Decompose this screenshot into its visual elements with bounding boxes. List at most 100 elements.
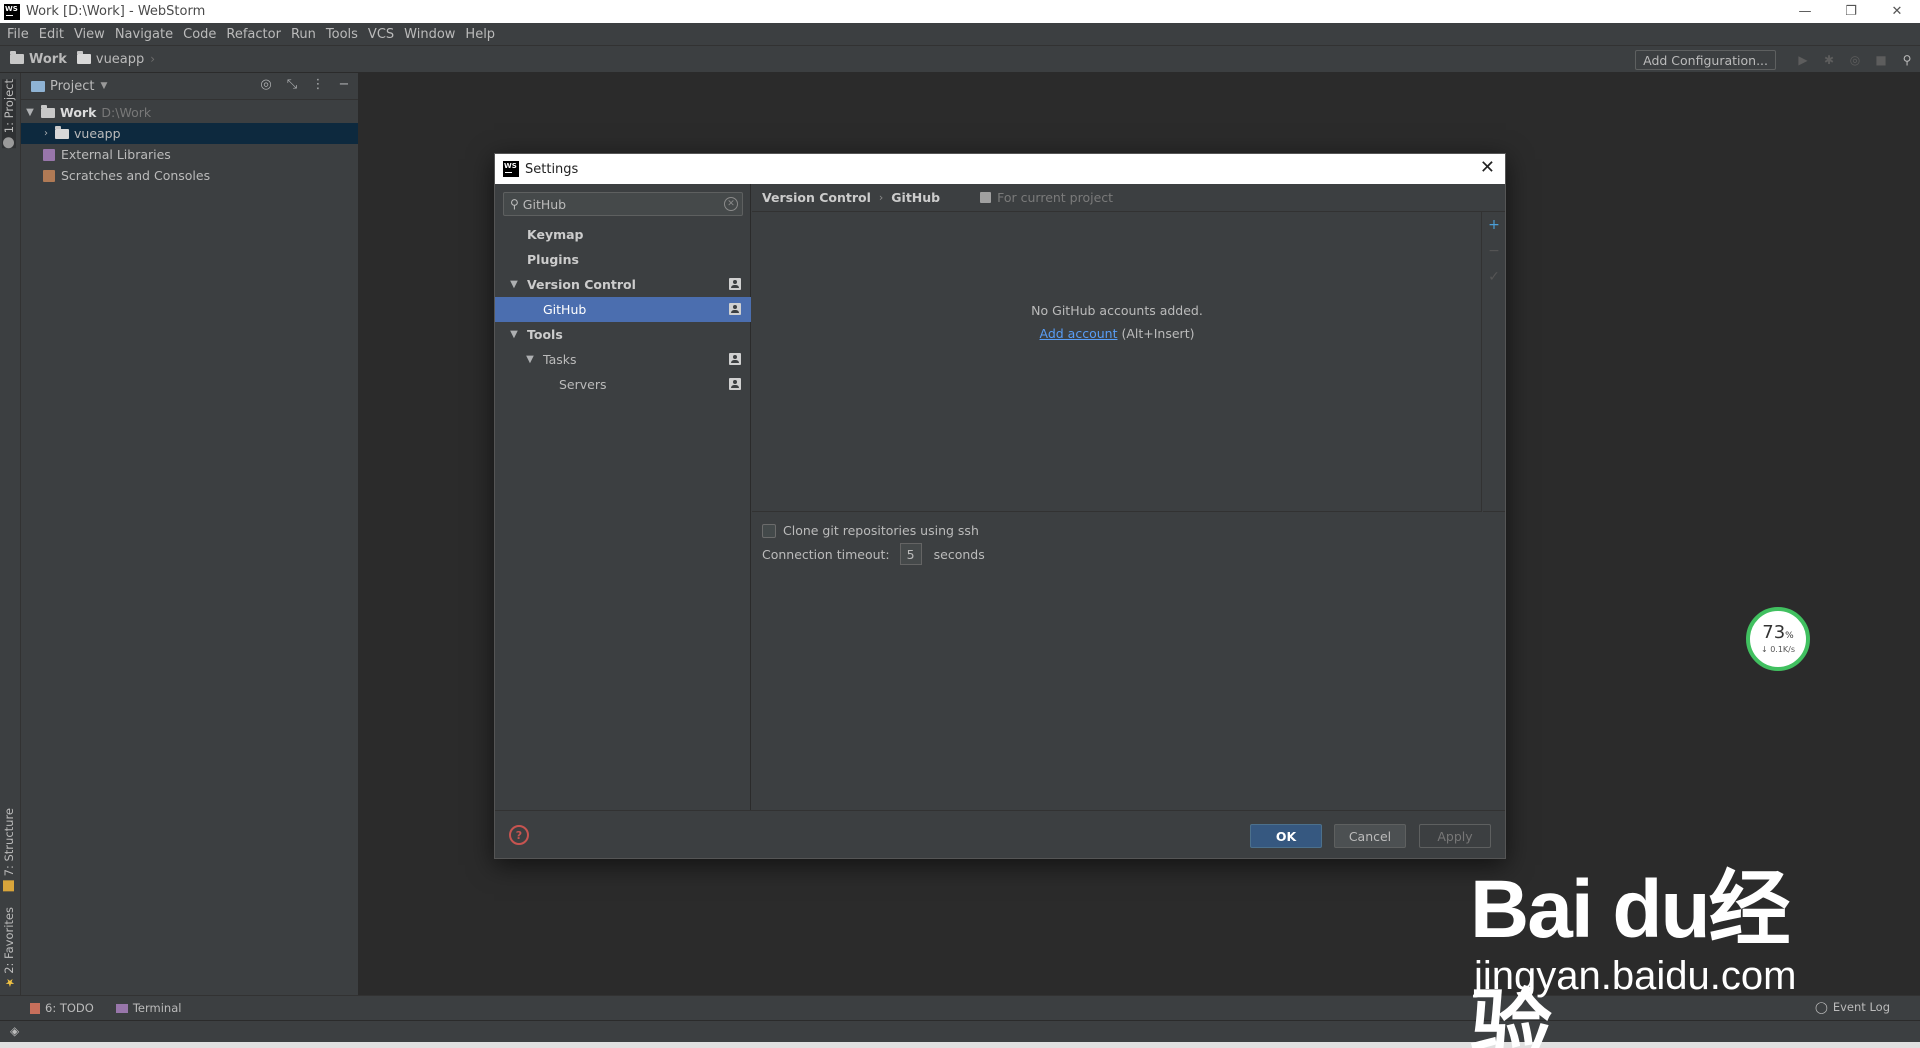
debug-icon[interactable]: ✱ (1816, 53, 1842, 67)
tree-item-scratches[interactable]: Scratches and Consoles (21, 165, 358, 186)
menu-code[interactable]: Code (178, 27, 221, 42)
chevron-down-icon[interactable]: ▼ (507, 329, 521, 340)
for-current-project-label: For current project (997, 190, 1114, 205)
timeout-input[interactable]: 5 (899, 543, 922, 565)
library-icon (43, 148, 55, 161)
breadcrumb-work[interactable]: Work (0, 51, 67, 67)
settings-item-label: Tasks (543, 352, 577, 367)
left-tool-strip: 1: Project 7: Structure ★ 2: Favorites (0, 73, 21, 995)
add-configuration-button[interactable]: Add Configuration... (1635, 50, 1776, 70)
settings-item-tasks[interactable]: ▼ Tasks (495, 347, 751, 372)
clone-ssh-option[interactable]: Clone git repositories using ssh (762, 523, 979, 538)
network-percent-value: 73 (1762, 622, 1786, 643)
settings-item-label: Tools (527, 327, 563, 342)
project-level-icon (729, 378, 741, 390)
chevron-down-icon[interactable]: ▼ (523, 354, 537, 365)
structure-icon (3, 880, 15, 892)
menu-vcs[interactable]: VCS (363, 27, 399, 42)
menu-window[interactable]: Window (399, 27, 460, 42)
tab-project[interactable]: 1: Project (2, 79, 16, 149)
search-everywhere-icon[interactable]: ⚲ (1894, 53, 1920, 67)
tree-item-vueapp[interactable]: › vueapp (21, 123, 358, 144)
menu-bar: File Edit View Navigate Code Refactor Ru… (0, 23, 1920, 45)
settings-sidebar: ⚲ GitHub ✕ Keymap Plugins ▼ Version Cont… (495, 184, 751, 810)
tree-item-path: D:\Work (101, 105, 152, 120)
settings-item-tools[interactable]: ▼ Tools (495, 322, 751, 347)
chevron-down-icon[interactable]: ▼ (100, 81, 107, 91)
menu-edit[interactable]: Edit (34, 27, 69, 42)
remove-icon[interactable]: − (1483, 238, 1505, 264)
locate-icon[interactable]: ◎ (258, 77, 274, 92)
watermark-brand: Bai du经验 (1470, 864, 1791, 1048)
settings-content: Version Control › GitHub For current pro… (752, 184, 1505, 810)
coverage-icon[interactable]: ◎ (1842, 53, 1868, 67)
check-icon[interactable]: ✓ (1483, 264, 1505, 290)
watermark-url: jingyan.baidu.com (1474, 954, 1797, 998)
folder-icon (76, 51, 91, 64)
chevron-right-icon: › (150, 52, 156, 66)
tab-structure[interactable]: 7: Structure (2, 808, 16, 892)
restore-button[interactable]: ❐ (1828, 0, 1874, 23)
clone-ssh-checkbox[interactable] (762, 523, 776, 538)
breadcrumb-vueapp[interactable]: vueapp › (67, 51, 156, 67)
settings-item-version-control[interactable]: ▼ Version Control (495, 272, 751, 297)
folder-icon (10, 51, 24, 64)
tab-favorites[interactable]: ★ 2: Favorites (2, 907, 17, 989)
settings-item-label: Plugins (527, 252, 579, 267)
breadcrumb-github: GitHub (891, 190, 941, 205)
chevron-down-icon[interactable]: ▼ (507, 279, 521, 290)
search-value[interactable]: GitHub (523, 197, 566, 212)
folder-icon (55, 125, 69, 139)
tab-terminal[interactable]: Terminal (115, 1001, 181, 1015)
tab-todo[interactable]: 6: TODO (30, 1001, 94, 1015)
chevron-down-icon[interactable]: ▼ (23, 107, 37, 118)
settings-item-plugins[interactable]: Plugins (495, 247, 751, 272)
ok-button[interactable]: OK (1250, 824, 1322, 848)
add-account-row: Add account (Alt+Insert) (752, 326, 1482, 341)
settings-item-keymap[interactable]: Keymap (495, 222, 751, 247)
project-icon (3, 137, 15, 149)
menu-tools[interactable]: Tools (321, 27, 363, 42)
settings-item-github[interactable]: GitHub (495, 297, 751, 322)
help-icon[interactable]: ? (509, 825, 529, 845)
tab-project-label: 1: Project (2, 79, 16, 134)
add-account-link[interactable]: Add account (1040, 326, 1118, 341)
menu-help[interactable]: Help (460, 27, 500, 42)
tab-favorites-label: 2: Favorites (2, 907, 16, 974)
collapse-all-icon[interactable]: ⤡ (284, 77, 300, 92)
menu-refactor[interactable]: Refactor (221, 27, 286, 42)
stop-icon[interactable]: ■ (1868, 53, 1894, 67)
network-percent-sign: % (1785, 631, 1794, 641)
project-view-selector[interactable]: Project (50, 79, 94, 94)
settings-item-label: Servers (559, 377, 607, 392)
run-icon[interactable]: ▶ (1790, 53, 1816, 67)
hide-icon[interactable]: − (336, 77, 352, 92)
settings-search-input[interactable]: ⚲ GitHub ✕ (503, 192, 743, 216)
project-panel-header: Project ▼ ◎ ⤡ ⋮ − (21, 73, 358, 100)
tab-todo-label: 6: TODO (45, 1001, 94, 1015)
menu-file[interactable]: File (2, 27, 34, 42)
menu-view[interactable]: View (69, 27, 110, 42)
window-controls: — ❐ ✕ (1782, 0, 1920, 23)
menu-navigate[interactable]: Navigate (110, 27, 178, 42)
add-icon[interactable]: + (1483, 212, 1505, 238)
menu-run[interactable]: Run (286, 27, 321, 42)
tree-item-work[interactable]: ▼ Work D:\Work (21, 102, 358, 123)
settings-item-servers[interactable]: Servers (495, 372, 751, 397)
network-monitor-widget[interactable]: 73% ↓ 0.1K/s (1746, 607, 1810, 671)
project-level-icon (729, 353, 741, 365)
chevron-right-icon[interactable]: › (39, 128, 53, 139)
tree-item-external-libraries[interactable]: External Libraries (21, 144, 358, 165)
github-accounts-list[interactable]: No GitHub accounts added. Add account (A… (752, 212, 1482, 512)
clear-search-icon[interactable]: ✕ (724, 197, 738, 211)
close-window-button[interactable]: ✕ (1874, 0, 1920, 23)
close-icon[interactable]: ✕ (1480, 157, 1495, 179)
folder-icon (41, 104, 55, 118)
tool-windows-icon[interactable]: ◈ (10, 1024, 19, 1038)
minimize-button[interactable]: — (1782, 0, 1828, 23)
options-icon[interactable]: ⋮ (310, 77, 326, 92)
settings-item-label: Keymap (527, 227, 584, 242)
cancel-button[interactable]: Cancel (1334, 824, 1406, 848)
project-panel-tools: ◎ ⤡ ⋮ − (258, 77, 352, 92)
settings-item-label: GitHub (543, 302, 587, 317)
